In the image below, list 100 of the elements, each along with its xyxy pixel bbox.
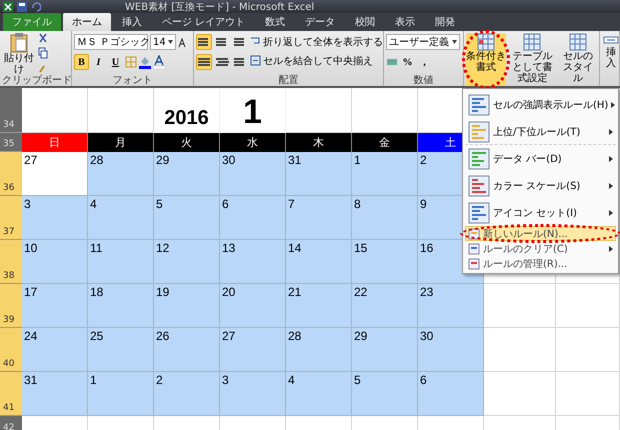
paste-button[interactable]: 貼り付け: [2, 33, 36, 75]
table-icon: [468, 258, 480, 270]
font-style-button[interactable]: U: [108, 54, 123, 70]
row-header[interactable]: 42: [0, 416, 22, 430]
date-cell[interactable]: 10: [22, 240, 88, 284]
month-text: 1: [243, 94, 262, 130]
insert-button[interactable]: 挿入: [602, 33, 620, 69]
date-cell[interactable]: 25: [88, 328, 154, 372]
border-icon: [125, 56, 137, 68]
ribbon-tab[interactable]: ホーム: [63, 13, 111, 31]
number-format-field[interactable]: ユーザー定義: [386, 34, 460, 50]
font-color-icon: [153, 55, 165, 69]
comma-button[interactable]: ,: [417, 54, 432, 70]
date-cell[interactable]: 8: [352, 196, 418, 240]
date-cell[interactable]: 29: [154, 152, 220, 196]
date-cell[interactable]: 11: [88, 240, 154, 284]
table-icon: [468, 242, 480, 254]
date-cell[interactable]: 1: [352, 152, 418, 196]
merge-center-button[interactable]: セルを結合して中央揃え: [250, 52, 383, 69]
date-cell[interactable]: 15: [352, 240, 418, 284]
date-cell[interactable]: 5: [154, 196, 220, 240]
row-header[interactable]: 40: [0, 328, 22, 372]
row-header[interactable]: 37: [0, 196, 22, 240]
save-icon: [17, 2, 27, 12]
wrap-text-button[interactable]: 折り返して全体を表示する: [250, 33, 383, 50]
weekday-header: 火: [154, 133, 220, 152]
date-cell[interactable]: 19: [154, 284, 220, 328]
date-cell[interactable]: 30: [418, 328, 484, 372]
date-cell[interactable]: 28: [286, 328, 352, 372]
vertical-align-button[interactable]: [196, 34, 212, 50]
caret-icon: [452, 40, 457, 44]
date-cell[interactable]: 24: [22, 328, 88, 372]
date-cell[interactable]: 3: [22, 196, 88, 240]
date-cell[interactable]: 1: [88, 372, 154, 416]
percent-button[interactable]: %: [400, 54, 415, 70]
table-icon: [468, 202, 490, 224]
date-cell[interactable]: 31: [22, 372, 88, 416]
date-cell[interactable]: 20: [220, 284, 286, 328]
date-cell[interactable]: 22: [352, 284, 418, 328]
date-cell[interactable]: 3: [220, 372, 286, 416]
menu-item[interactable]: セルの強調表示ルール(H): [465, 91, 616, 118]
date-cell[interactable]: 27: [220, 328, 286, 372]
row-header[interactable]: 35: [0, 133, 22, 152]
date-cell[interactable]: 30: [220, 152, 286, 196]
date-cell[interactable]: 29: [352, 328, 418, 372]
ribbon-tab[interactable]: ページ レイアウト: [153, 13, 254, 31]
align-icon: [197, 35, 211, 49]
date-cell[interactable]: 21: [286, 284, 352, 328]
date-cell[interactable]: 4: [286, 372, 352, 416]
font-name-field[interactable]: ＭＳ Ｐゴシック: [74, 34, 148, 50]
menu-item[interactable]: 上位/下位ルール(T): [465, 118, 616, 145]
excel-logo-icon: [3, 2, 13, 12]
ribbon-tab[interactable]: データ: [296, 13, 344, 31]
date-cell[interactable]: 5: [352, 372, 418, 416]
date-cell[interactable]: 2: [154, 372, 220, 416]
row-header[interactable]: 36: [0, 152, 22, 196]
date-cell[interactable]: 26: [154, 328, 220, 372]
clipboard-icon: [10, 33, 28, 53]
row-header[interactable]: 34: [0, 88, 22, 133]
ribbon-tab[interactable]: 校閲: [346, 13, 384, 31]
ribbon-tab[interactable]: ファイル: [3, 13, 61, 31]
style-button[interactable]: セルのスタイル: [558, 33, 597, 86]
table-icon: [468, 148, 490, 170]
row-header[interactable]: 41: [0, 372, 22, 416]
align-icon: [197, 55, 211, 69]
date-cell[interactable]: 13: [220, 240, 286, 284]
row-header[interactable]: 39: [0, 284, 22, 328]
table-icon: [468, 174, 490, 196]
weekday-header: 月: [88, 133, 154, 152]
date-cell[interactable]: 12: [154, 240, 220, 284]
weekday-header: 水: [220, 133, 286, 152]
date-cell[interactable]: 7: [286, 196, 352, 240]
horizontal-align-button[interactable]: [196, 54, 212, 70]
style-button[interactable]: テーブルとして書式設定: [508, 33, 557, 86]
date-cell[interactable]: 6: [418, 372, 484, 416]
font-style-button[interactable]: B: [74, 54, 89, 70]
ribbon-tab[interactable]: 数式: [256, 13, 294, 31]
font-style-button[interactable]: I: [91, 54, 106, 70]
scissors-icon: [38, 33, 48, 45]
row-header[interactable]: 38: [0, 240, 22, 284]
font-size-field[interactable]: 14: [150, 34, 176, 50]
table-icon: [477, 33, 496, 51]
date-cell[interactable]: 6: [220, 196, 286, 240]
ribbon-tab[interactable]: 開発: [426, 13, 464, 31]
table-icon: [468, 94, 490, 116]
date-cell[interactable]: 31: [286, 152, 352, 196]
fill-color-icon: [139, 55, 151, 69]
caret-icon: [168, 40, 173, 44]
ribbon-tab[interactable]: 表示: [386, 13, 424, 31]
date-cell[interactable]: 28: [88, 152, 154, 196]
date-cell[interactable]: 18: [88, 284, 154, 328]
copy-icon: [38, 47, 48, 59]
align-icon: [215, 35, 229, 49]
date-cell[interactable]: 17: [22, 284, 88, 328]
date-cell[interactable]: 4: [88, 196, 154, 240]
date-cell[interactable]: 14: [286, 240, 352, 284]
ribbon-tab[interactable]: 挿入: [113, 13, 151, 31]
date-cell[interactable]: 23: [418, 284, 484, 328]
weekday-header: 金: [352, 133, 418, 152]
date-cell[interactable]: 27: [22, 152, 88, 196]
